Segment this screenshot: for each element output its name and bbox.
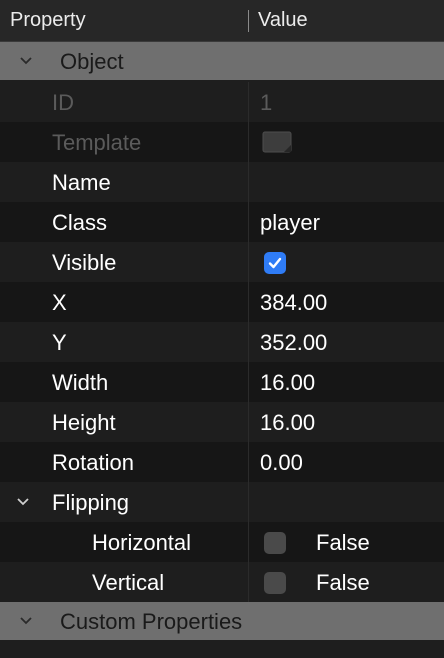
property-row-id: ID 1 <box>0 82 444 122</box>
property-value-id: 1 <box>260 90 273 115</box>
column-divider <box>248 362 249 402</box>
property-row-name[interactable]: Name <box>0 162 444 202</box>
column-divider <box>248 562 249 602</box>
property-row-height[interactable]: Height 16.00 <box>0 402 444 442</box>
property-value-rotation[interactable]: 0.00 <box>260 450 303 476</box>
column-divider <box>248 442 249 482</box>
group-custom-properties-label: Custom Properties <box>60 609 243 634</box>
property-name-x: X <box>52 290 67 315</box>
property-column-header[interactable]: Property <box>10 9 86 32</box>
property-row-x[interactable]: X 384.00 <box>0 282 444 322</box>
template-icon <box>262 131 292 153</box>
chevron-down-icon[interactable] <box>15 494 31 510</box>
properties-panel: Property Value Object ID 1 Template Name… <box>0 0 444 658</box>
property-name-height: Height <box>52 410 116 435</box>
checkmark-icon <box>268 257 282 269</box>
property-name-y: Y <box>52 330 67 355</box>
column-resize-handle[interactable] <box>248 10 249 32</box>
property-value-y[interactable]: 352.00 <box>260 330 327 356</box>
property-value-x[interactable]: 384.00 <box>260 290 327 316</box>
column-divider <box>248 162 249 202</box>
column-divider <box>248 82 249 122</box>
empty-area <box>0 642 444 658</box>
column-divider <box>248 122 249 162</box>
property-value-width[interactable]: 16.00 <box>260 370 315 396</box>
property-row-visible[interactable]: Visible <box>0 242 444 282</box>
property-value-horizontal: False <box>316 530 370 555</box>
property-name-class: Class <box>52 210 108 235</box>
property-value-class[interactable]: player <box>260 210 320 236</box>
property-value-height[interactable]: 16.00 <box>260 410 315 436</box>
property-row-flipping[interactable]: Flipping <box>0 482 444 522</box>
column-divider <box>248 482 249 522</box>
property-name-name: Name <box>52 170 111 195</box>
property-name-flipping: Flipping <box>52 490 130 515</box>
visible-checkbox[interactable] <box>264 252 286 274</box>
property-row-rotation[interactable]: Rotation 0.00 <box>0 442 444 482</box>
table-header: Property Value <box>0 0 444 42</box>
value-column-header[interactable]: Value <box>258 9 308 32</box>
group-object[interactable]: Object <box>0 42 444 80</box>
property-row-y[interactable]: Y 352.00 <box>0 322 444 362</box>
property-row-class[interactable]: Class player <box>0 202 444 242</box>
chevron-down-icon[interactable] <box>18 53 34 69</box>
column-divider <box>248 202 249 242</box>
vertical-checkbox[interactable] <box>264 572 286 594</box>
column-divider <box>248 242 249 282</box>
group-custom-properties[interactable]: Custom Properties <box>0 602 444 640</box>
property-row-vertical[interactable]: Vertical False <box>0 562 444 602</box>
property-name-visible: Visible <box>52 250 117 275</box>
property-row-horizontal[interactable]: Horizontal False <box>0 522 444 562</box>
horizontal-checkbox[interactable] <box>264 532 286 554</box>
property-name-horizontal: Horizontal <box>92 530 192 555</box>
column-divider <box>248 282 249 322</box>
column-divider <box>248 522 249 562</box>
column-divider <box>248 402 249 442</box>
property-name-vertical: Vertical <box>92 570 165 595</box>
property-name-width: Width <box>52 370 109 395</box>
column-divider <box>248 322 249 362</box>
property-row-width[interactable]: Width 16.00 <box>0 362 444 402</box>
property-row-template: Template <box>0 122 444 162</box>
chevron-down-icon[interactable] <box>18 613 34 629</box>
property-value-vertical: False <box>316 570 370 595</box>
property-name-id: ID <box>52 90 74 115</box>
group-object-label: Object <box>60 49 124 74</box>
property-name-rotation: Rotation <box>52 450 134 475</box>
property-name-template: Template <box>52 130 142 155</box>
